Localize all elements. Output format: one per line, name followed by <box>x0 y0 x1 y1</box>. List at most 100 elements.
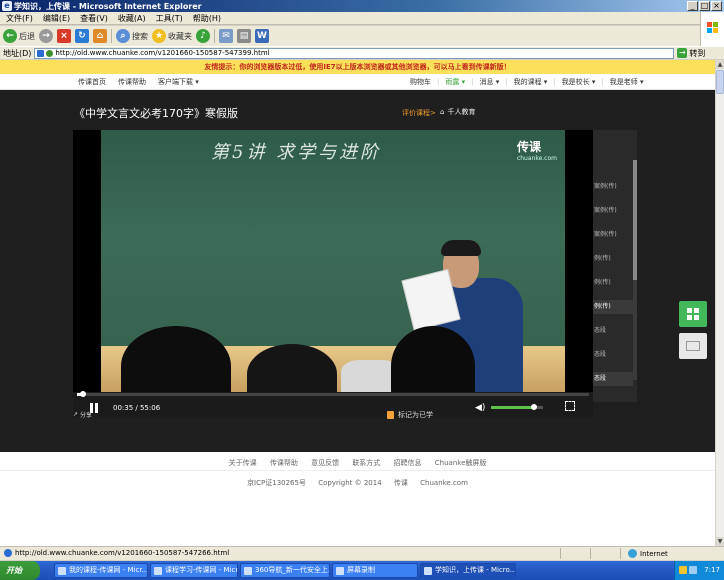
menu-edit[interactable]: 编辑(E) <box>43 13 70 24</box>
org-link[interactable]: ⌂ 千人教育 <box>440 107 475 117</box>
lesson-item[interactable]: 态段 <box>593 348 633 362</box>
lesson-item[interactable]: 例(传) <box>593 300 633 314</box>
progress-handle[interactable] <box>79 391 86 397</box>
nav-teacher[interactable]: 我是老师 ▾ <box>610 74 644 90</box>
share-label: 分享 <box>80 412 93 419</box>
nav-my-courses[interactable]: 我的课程 ▾ <box>514 74 548 90</box>
footer-link-contact[interactable]: 联系方式 <box>352 459 380 467</box>
nav-help-link[interactable]: 传课帮助 <box>118 74 146 90</box>
security-zone[interactable]: Internet <box>628 549 668 558</box>
forward-button[interactable]: → <box>39 29 53 43</box>
nav-user-menu[interactable]: 雨露 ▾ <box>445 74 465 90</box>
footer-link-jobs[interactable]: 招聘信息 <box>394 459 422 467</box>
volume-slider[interactable] <box>491 404 543 410</box>
nav-principal[interactable]: 我是校长 ▾ <box>562 74 596 90</box>
edit-button[interactable]: W <box>255 29 269 43</box>
icp-license[interactable]: 京ICP证130265号 <box>247 479 306 487</box>
progress-bar[interactable] <box>77 391 589 397</box>
back-label: 后退 <box>19 31 35 41</box>
footer-link-help[interactable]: 传课帮助 <box>270 459 298 467</box>
taskbar-item[interactable]: 我的课程-传课网 - Micr... <box>54 563 148 578</box>
home-button[interactable]: ⌂ <box>93 29 107 43</box>
go-button[interactable]: → 转到 <box>677 48 705 59</box>
favorites-button[interactable]: ★ 收藏夹 <box>152 29 192 43</box>
footer-link-about[interactable]: 关于传课 <box>229 459 257 467</box>
back-arrow-icon: ← <box>3 29 17 43</box>
footer-link-mobile[interactable]: Chuanke触屏版 <box>435 459 487 467</box>
volume-handle[interactable] <box>530 404 537 410</box>
page-scrollbar[interactable]: ▲ ▼ <box>715 60 724 546</box>
mail-button[interactable]: ✉ <box>219 29 233 43</box>
forward-arrow-icon: → <box>39 29 53 43</box>
lesson-item[interactable]: 案例(传) <box>593 180 633 194</box>
nav-separator: | <box>553 78 556 86</box>
teacher-hair <box>441 240 481 256</box>
volume-icon[interactable]: ◀) <box>475 403 485 413</box>
lesson-item[interactable]: 态段 <box>593 372 633 386</box>
share-icon: ↗ <box>73 411 79 418</box>
share-button[interactable]: ↗ 分享 <box>73 410 92 419</box>
web-page: 友情提示：你的浏览器版本过低，使用IE7以上版本浏览器或其他浏览器，可以马上看到… <box>0 60 715 546</box>
lesson-item[interactable]: 例(传) <box>593 252 633 266</box>
footer-copyright: 京ICP证130265号 Copyright © 2014 传课 Chuanke… <box>0 478 715 488</box>
nav-separator: | <box>601 78 604 86</box>
ie-icon: e <box>2 1 12 11</box>
refresh-button[interactable]: ↻ <box>75 29 89 43</box>
start-button[interactable]: 开始 <box>0 561 40 580</box>
footer-link-feedback[interactable]: 意见反馈 <box>311 459 339 467</box>
window-titlebar[interactable]: e 学知识，上传课 - Microsoft Internet Explorer … <box>0 0 724 12</box>
address-input[interactable]: http://old.www.chuanke.com/v1201660-1505… <box>34 47 675 59</box>
video-frame[interactable]: 第5讲 求学与进阶 传课 chuanke.com <box>101 130 565 392</box>
home-icon: ⌂ <box>93 29 107 43</box>
mark-learned-button[interactable]: 标记为已学 <box>387 410 433 420</box>
menu-favorites[interactable]: 收藏(A) <box>118 13 146 24</box>
menu-view[interactable]: 查看(V) <box>80 13 108 24</box>
qr-code-button[interactable] <box>679 301 707 327</box>
back-button[interactable]: ← 后退 <box>3 29 35 43</box>
taskbar-item[interactable]: 屏幕录制 <box>332 563 418 578</box>
tray-icon[interactable] <box>679 566 687 574</box>
minimize-button[interactable]: _ <box>687 1 698 11</box>
feedback-button[interactable] <box>679 333 707 359</box>
menu-help[interactable]: 帮助(H) <box>193 13 221 24</box>
lesson-item[interactable]: 案例(传) <box>593 228 633 242</box>
nav-home-link[interactable]: 传课首页 <box>78 74 106 90</box>
taskbar-item-active[interactable]: 学知识，上传课 - Micro... <box>420 563 516 578</box>
close-button[interactable]: × <box>711 1 722 11</box>
toolbar-separator <box>111 29 112 43</box>
address-url: http://old.www.chuanke.com/v1201660-1505… <box>55 48 270 57</box>
nav-cart[interactable]: 购物车 <box>410 74 431 90</box>
stop-button[interactable]: × <box>57 29 71 43</box>
taskbar-item[interactable]: 360导航_新一代安全上... <box>240 563 330 578</box>
print-button[interactable]: ▤ <box>237 29 251 43</box>
lesson-scroll-thumb[interactable] <box>633 160 637 280</box>
system-tray: 7:17 <box>674 561 724 580</box>
media-button[interactable]: ♪ <box>196 29 210 43</box>
rate-course-link[interactable]: 评价课程> <box>402 108 436 118</box>
watermark-sub: chuanke.com <box>516 155 557 162</box>
scroll-up-arrow-icon[interactable]: ▲ <box>716 60 724 69</box>
watermark-text: 传课 <box>516 140 541 154</box>
stop-icon: × <box>57 29 71 43</box>
tray-icon[interactable] <box>689 566 697 574</box>
status-url-text: http://old.www.chuanke.com/v1201660-1505… <box>15 549 230 557</box>
envelope-icon <box>686 341 700 351</box>
scroll-down-arrow-icon[interactable]: ▼ <box>716 537 724 546</box>
lesson-list: 案例(传) 案例(传) 案例(传) 例(传) 例(传) 例(传) 态段 态段 态… <box>593 130 637 402</box>
menu-file[interactable]: 文件(F) <box>6 13 33 24</box>
time-display: 00:35 / 55:06 <box>113 404 161 412</box>
maximize-button[interactable]: □ <box>699 1 710 11</box>
taskbar-item[interactable]: 课程学习-传课网 - Micr... <box>150 563 238 578</box>
menu-tools[interactable]: 工具(T) <box>156 13 183 24</box>
search-button[interactable]: ⌕ 搜索 <box>116 29 148 43</box>
lesson-item[interactable]: 例(传) <box>593 276 633 290</box>
lesson-item[interactable]: 案例(传) <box>593 204 633 218</box>
lesson-item[interactable]: 态段 <box>593 324 633 338</box>
nav-client-download[interactable]: 客户端下载 ▾ <box>158 74 199 90</box>
video-watermark: 传课 chuanke.com <box>517 138 557 162</box>
page-scroll-thumb[interactable] <box>716 70 724 94</box>
globe-icon <box>628 549 637 558</box>
fullscreen-icon[interactable] <box>565 401 575 411</box>
video-player[interactable]: 第5讲 求学与进阶 传课 chuanke.com 00:35 / 55:06 ↗… <box>73 130 593 420</box>
nav-messages[interactable]: 消息 ▾ <box>479 74 499 90</box>
